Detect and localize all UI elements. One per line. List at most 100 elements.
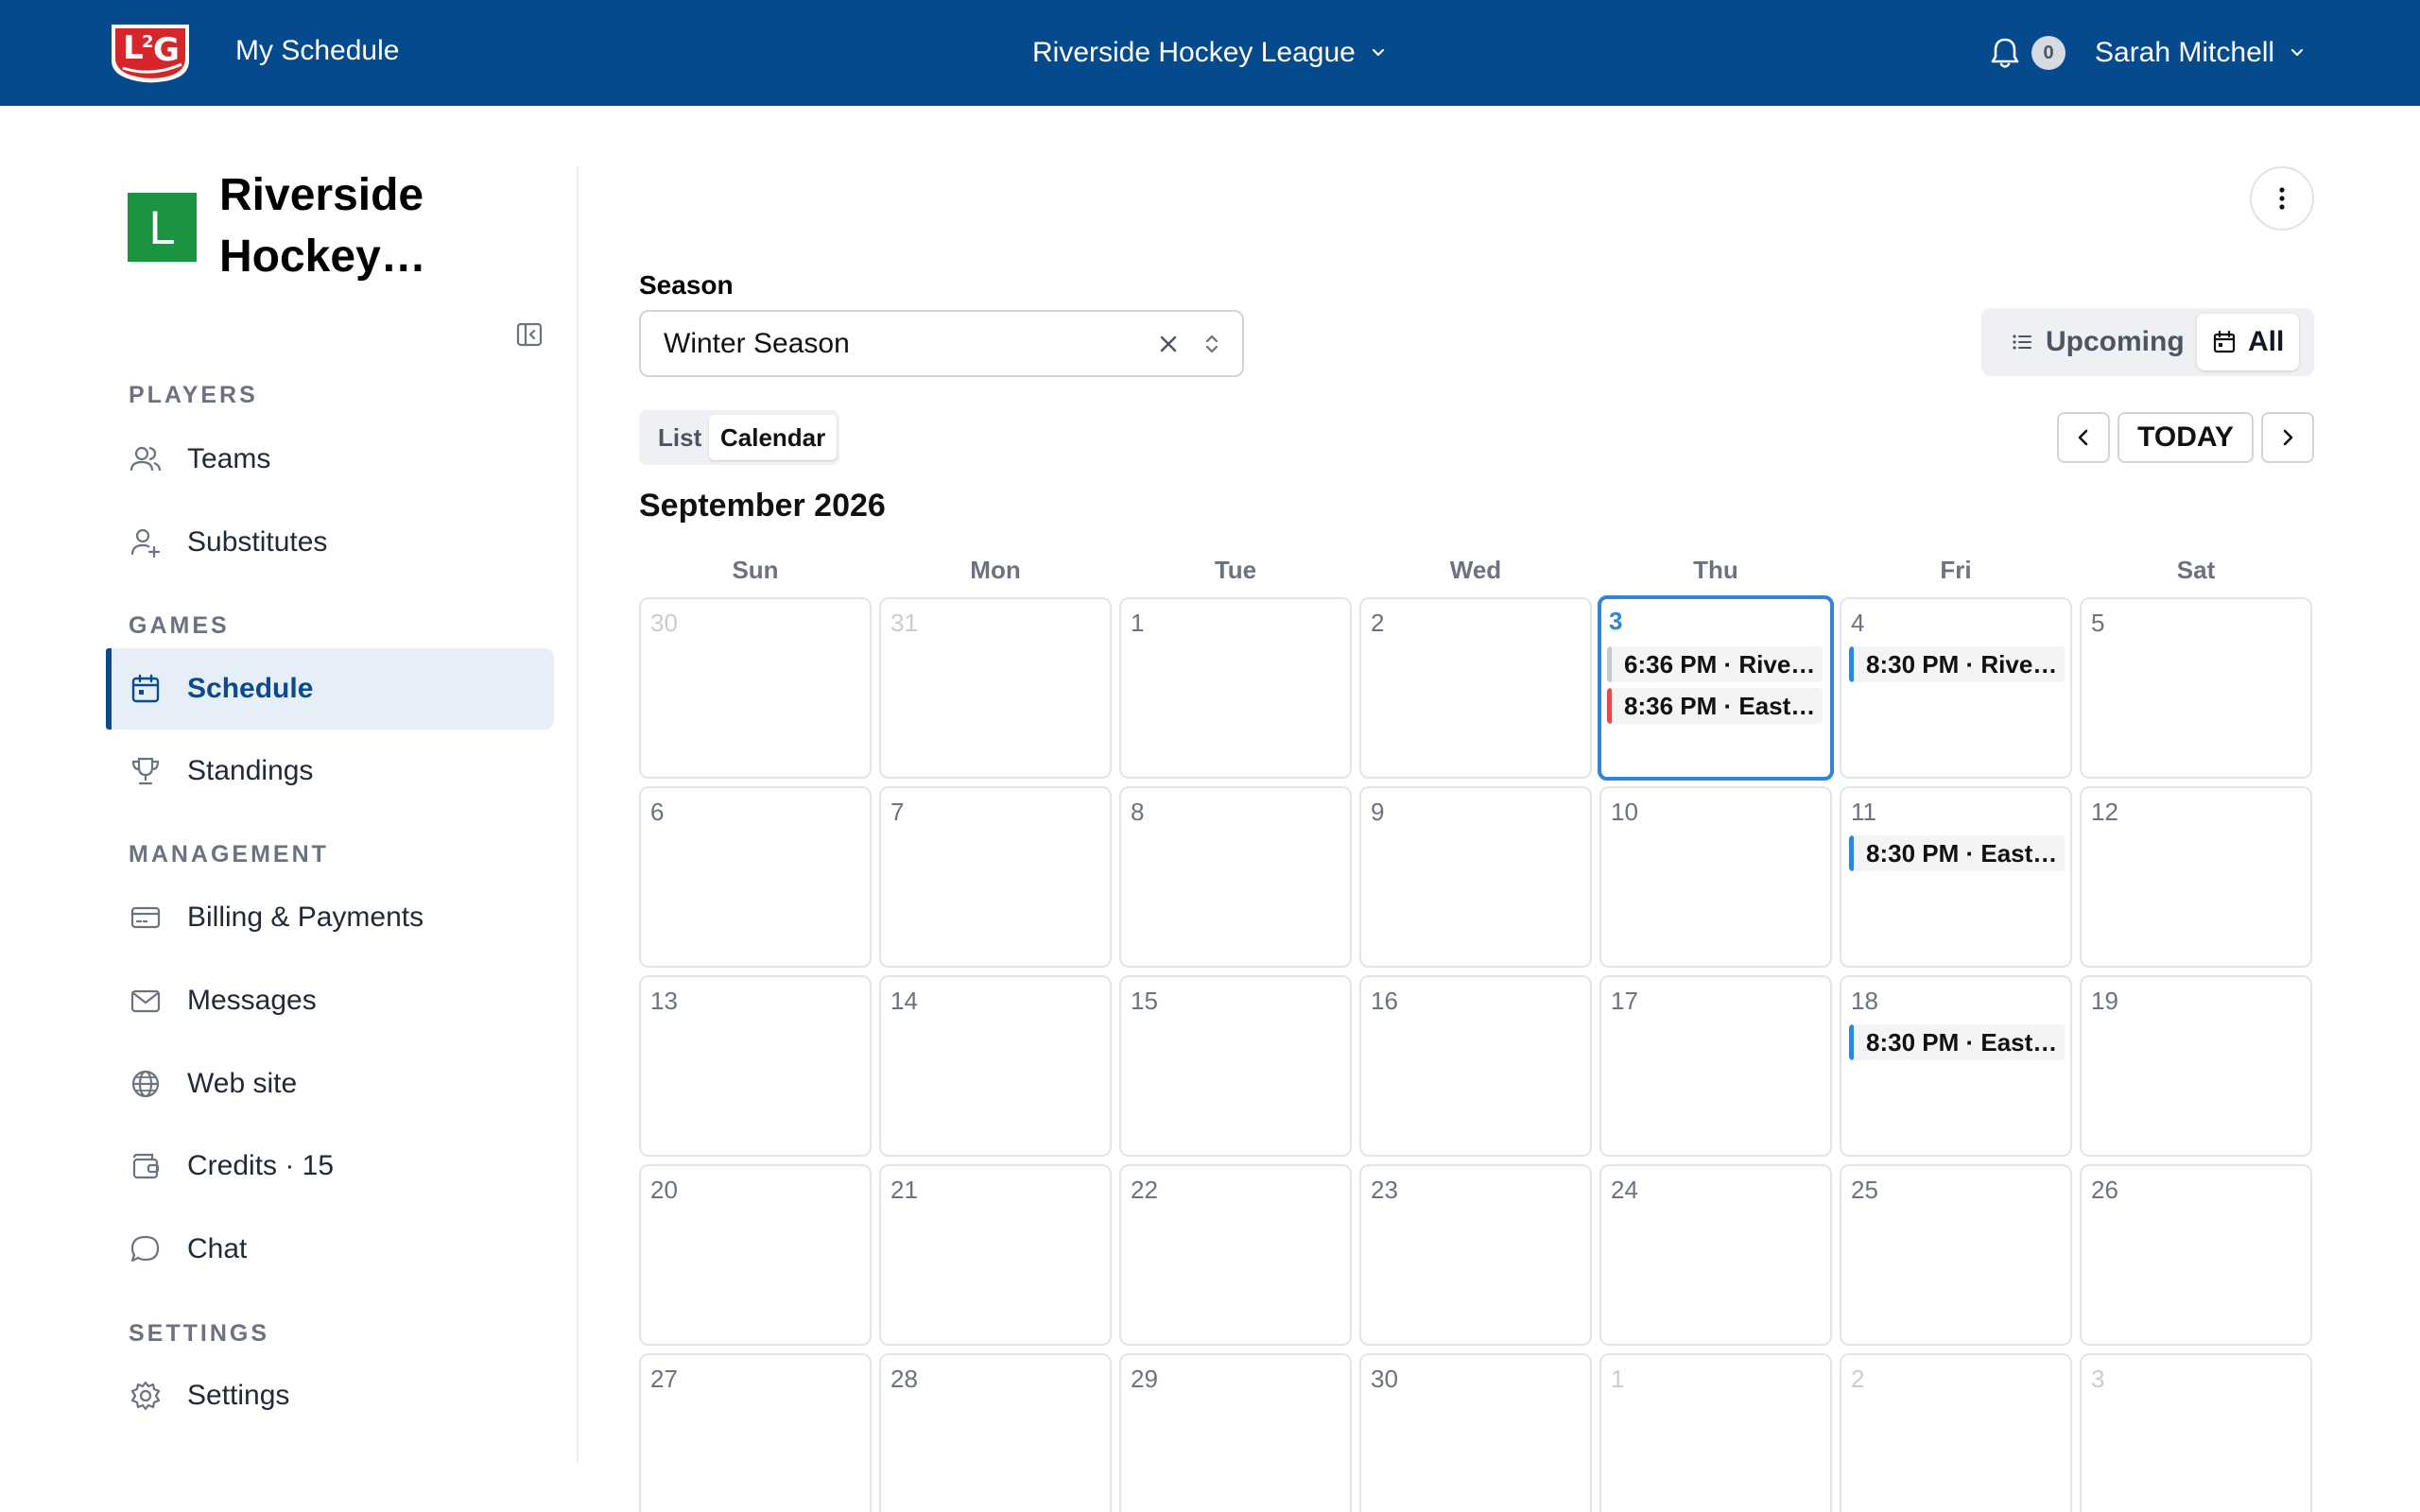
- calendar-day[interactable]: 21: [879, 1164, 1112, 1346]
- calendar-day[interactable]: 12: [2080, 786, 2312, 968]
- today-button[interactable]: TODAY: [2118, 412, 2254, 463]
- calendar-day[interactable]: 27: [639, 1353, 872, 1512]
- game-event[interactable]: 8:30 PM · East…: [1849, 835, 2065, 871]
- chevron-right-icon: [2283, 429, 2293, 446]
- collapse-sidebar-icon[interactable]: [514, 319, 544, 350]
- top-bar: L 2 G My Schedule Riverside Hockey Leagu…: [0, 0, 2420, 106]
- game-filter-toggle: Upcoming All: [1981, 308, 2314, 376]
- season-select[interactable]: Winter Season: [639, 310, 1244, 377]
- sidebar-item-standings[interactable]: Standings: [106, 730, 554, 812]
- select-arrows-icon[interactable]: [1199, 331, 1225, 357]
- app-logo[interactable]: L 2 G: [106, 19, 197, 85]
- calendar-day[interactable]: 1: [1119, 597, 1352, 779]
- calendar-day[interactable]: 19: [2080, 975, 2312, 1157]
- sidebar-item-chat[interactable]: Chat: [106, 1209, 554, 1290]
- calendar-day[interactable]: 2: [1359, 597, 1592, 779]
- filter-all-label: All: [2248, 326, 2285, 357]
- calendar-day[interactable]: 25: [1840, 1164, 2072, 1346]
- clear-icon[interactable]: [1155, 331, 1182, 357]
- bell-icon[interactable]: [1989, 36, 2021, 70]
- day-number: 9: [1371, 798, 1385, 826]
- day-number: 25: [1851, 1176, 1878, 1204]
- day-number: 30: [650, 609, 678, 637]
- calendar-day[interactable]: 23: [1359, 1164, 1592, 1346]
- sidebar-item-credits[interactable]: Credits · 15: [106, 1125, 554, 1207]
- sidebar-item-website[interactable]: Web site: [106, 1043, 554, 1125]
- game-event[interactable]: 8:30 PM · Rive…: [1849, 646, 2065, 682]
- calendar-day[interactable]: 29: [1119, 1353, 1352, 1512]
- more-vertical-icon: [2279, 187, 2285, 210]
- calendar-day[interactable]: 24: [1599, 1164, 1832, 1346]
- calendar-day[interactable]: 8: [1119, 786, 1352, 968]
- league-selector[interactable]: Riverside Hockey League: [1032, 0, 1388, 106]
- calendar-day[interactable]: 1: [1599, 1353, 1832, 1512]
- calendar-day[interactable]: 16: [1359, 975, 1592, 1157]
- trophy-icon: [131, 757, 160, 785]
- sidebar-item-label: Chat: [187, 1233, 248, 1264]
- calendar-day[interactable]: 7: [879, 786, 1112, 968]
- day-number: 19: [2091, 987, 2118, 1015]
- section-label-management: MANAGEMENT: [129, 841, 329, 868]
- day-number: 11: [1851, 798, 1876, 826]
- sidebar-item-substitutes[interactable]: Substitutes: [106, 502, 554, 583]
- calendar-day[interactable]: 13: [639, 975, 872, 1157]
- chevron-down-icon: [2290, 48, 2304, 57]
- svg-text:L: L: [123, 29, 144, 67]
- calendar-day[interactable]: 18 8:30 PM · East…: [1840, 975, 2072, 1157]
- chevron-left-icon: [2078, 429, 2088, 446]
- sidebar-item-settings[interactable]: Settings: [106, 1355, 554, 1436]
- view-list-button[interactable]: List: [647, 415, 713, 460]
- day-number: 29: [1131, 1365, 1158, 1393]
- calendar-day[interactable]: 30: [1359, 1353, 1592, 1512]
- chat-bubble-icon: [130, 1235, 160, 1263]
- season-label: Season: [639, 270, 734, 300]
- game-event[interactable]: 8:30 PM · East…: [1849, 1024, 2065, 1060]
- org-name: Riverside Hockey…: [219, 170, 426, 282]
- filter-upcoming-button[interactable]: Upcoming: [1995, 314, 2200, 370]
- section-label-games: GAMES: [129, 612, 230, 639]
- view-calendar-button[interactable]: Calendar: [709, 415, 838, 460]
- day-number: 16: [1371, 987, 1398, 1015]
- calendar-day[interactable]: 6: [639, 786, 872, 968]
- calendar-day-today[interactable]: 3 6:36 PM · Rive… 8:36 PM · East…: [1598, 595, 1834, 781]
- game-event[interactable]: 8:36 PM · East…: [1607, 688, 1823, 724]
- calendar-day[interactable]: 11 8:30 PM · East…: [1840, 786, 2072, 968]
- day-number: 5: [2091, 609, 2105, 637]
- calendar-day[interactable]: 14: [879, 975, 1112, 1157]
- calendar-day[interactable]: 9: [1359, 786, 1592, 968]
- user-plus-icon: [130, 528, 161, 558]
- calendar-day[interactable]: 5: [2080, 597, 2312, 779]
- calendar-day[interactable]: 4 8:30 PM · Rive…: [1840, 597, 2072, 779]
- calendar-day[interactable]: 10: [1599, 786, 1832, 968]
- notification-count-badge[interactable]: 0: [2031, 36, 2066, 70]
- page-title: My Schedule: [235, 35, 400, 66]
- calendar-day[interactable]: 31: [879, 597, 1112, 779]
- sidebar-item-teams[interactable]: Teams: [106, 419, 554, 500]
- day-number: 20: [650, 1176, 678, 1204]
- calendar-day[interactable]: 22: [1119, 1164, 1352, 1346]
- day-number: 3: [2091, 1365, 2105, 1393]
- calendar-day[interactable]: 28: [879, 1353, 1112, 1512]
- calendar-day[interactable]: 17: [1599, 975, 1832, 1157]
- day-number: 1: [1611, 1365, 1625, 1393]
- filter-all-button[interactable]: All: [2197, 314, 2300, 370]
- calendar-day[interactable]: 20: [639, 1164, 872, 1346]
- sidebar-item-schedule[interactable]: Schedule: [106, 648, 554, 730]
- calendar-day[interactable]: 15: [1119, 975, 1352, 1157]
- more-options-button[interactable]: [2250, 166, 2314, 231]
- day-number: 13: [650, 987, 678, 1015]
- game-event[interactable]: 6:36 PM · Rive…: [1607, 646, 1823, 682]
- calendar-day[interactable]: 30: [639, 597, 872, 779]
- sidebar-item-messages[interactable]: Messages: [106, 960, 554, 1041]
- previous-month-button[interactable]: [2057, 412, 2110, 463]
- season-value: Winter Season: [664, 327, 850, 359]
- calendar-day[interactable]: 26: [2080, 1164, 2312, 1346]
- user-menu[interactable]: Sarah Mitchell: [2095, 0, 2307, 106]
- day-number: 2: [1851, 1365, 1865, 1393]
- day-number: 3: [1609, 607, 1623, 635]
- calendar-day[interactable]: 2: [1840, 1353, 2072, 1512]
- calendar-day[interactable]: 3: [2080, 1353, 2312, 1512]
- sidebar-item-billing[interactable]: Billing & Payments: [106, 877, 554, 958]
- next-month-button[interactable]: [2261, 412, 2314, 463]
- day-number: 27: [650, 1365, 678, 1393]
